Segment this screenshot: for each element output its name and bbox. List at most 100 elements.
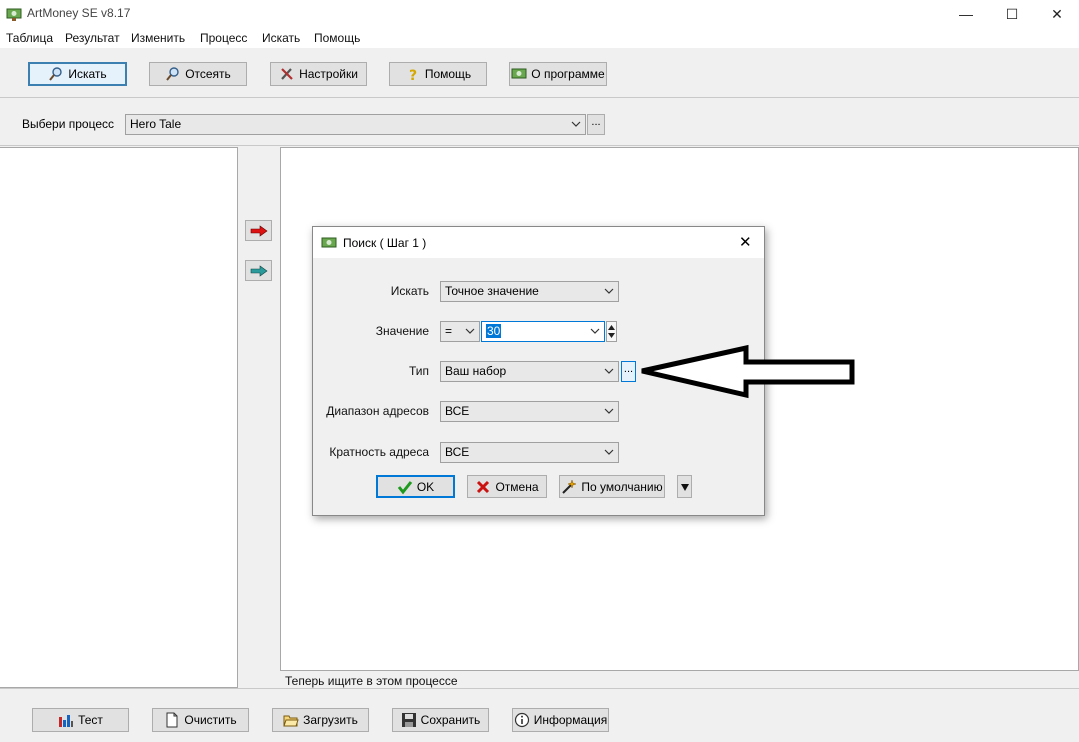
spin-arrows-icon <box>608 325 615 338</box>
info-button[interactable]: Информация <box>512 708 609 732</box>
magnifier-filter-icon <box>166 67 179 81</box>
svg-text:?: ? <box>409 68 417 82</box>
process-select[interactable]: Hero Tale <box>125 114 586 135</box>
address-alignment-value: ВСЕ <box>445 445 470 459</box>
chevron-down-icon <box>604 368 614 374</box>
info-button-label: Информация <box>533 713 608 727</box>
magic-wand-icon <box>562 478 578 494</box>
annotation-arrow-icon <box>641 344 855 399</box>
value-input[interactable]: 30 <box>481 321 605 342</box>
address-range-select[interactable]: ВСЕ <box>440 401 619 422</box>
title-bar: ArtMoney SE v8.17 — ☐ ✕ <box>0 0 1079 28</box>
checkmark-icon <box>397 480 412 494</box>
help-button-label: Помощь <box>424 67 472 81</box>
close-button[interactable]: ✕ <box>1034 0 1079 28</box>
open-folder-icon <box>283 715 299 727</box>
settings-button-label: Настройки <box>299 67 358 81</box>
floppy-disk-icon <box>401 713 416 727</box>
search-mode-label: Искать <box>390 284 429 298</box>
tools-icon <box>281 68 293 80</box>
clear-button[interactable]: Очистить <box>152 708 249 732</box>
operator-select[interactable]: = <box>440 321 480 342</box>
type-label: Тип <box>408 364 429 378</box>
settings-button[interactable]: Настройки <box>270 62 367 86</box>
red-arrow-right-icon <box>250 224 268 237</box>
process-row: Выбери процесс Hero Tale ... <box>0 99 1079 146</box>
magnifier-icon <box>49 67 63 81</box>
default-button[interactable]: По умолчанию <box>559 475 665 498</box>
test-button[interactable]: Тест <box>32 708 129 732</box>
blank-page-icon <box>166 712 178 728</box>
chevron-down-icon <box>465 328 475 334</box>
address-alignment-label: Кратность адреса <box>329 445 429 459</box>
cancel-button[interactable]: Отмена <box>467 475 547 498</box>
app-money-icon <box>511 68 527 79</box>
menu-edit[interactable]: Изменить <box>131 31 185 45</box>
address-range-label: Диапазон адресов <box>326 404 429 418</box>
chevron-down-icon <box>604 449 614 455</box>
cancel-button-label: Отмена <box>495 479 539 494</box>
menu-bar: Таблица Результат Изменить Процесс Искат… <box>0 28 1079 48</box>
red-x-icon <box>477 480 490 493</box>
chevron-down-icon <box>604 408 614 414</box>
move-right-button[interactable] <box>245 220 272 241</box>
question-icon: ? <box>409 68 417 82</box>
load-button-label: Загрузить <box>303 713 358 727</box>
menu-search[interactable]: Искать <box>262 31 300 45</box>
clear-button-label: Очистить <box>184 713 237 727</box>
filter-button[interactable]: Отсеять <box>149 62 247 86</box>
about-button-label: О программе <box>531 67 605 81</box>
type-select[interactable]: Ваш набор <box>440 361 619 382</box>
transfer-column <box>238 147 280 688</box>
value-label: Значение <box>375 324 429 338</box>
search-results-list[interactable] <box>0 147 238 688</box>
save-button[interactable]: Сохранить <box>392 708 489 732</box>
dialog-title: Поиск ( Шаг 1 ) <box>343 236 427 250</box>
menu-help[interactable]: Помощь <box>314 31 360 45</box>
toolbar: Искать Отсеять Настройки ? Помощь О прог… <box>0 48 1079 98</box>
ok-button-label: OK <box>416 479 435 494</box>
menu-process[interactable]: Процесс <box>200 31 247 45</box>
value-input-text: 30 <box>486 324 502 338</box>
search-mode-value: Точное значение <box>445 284 539 298</box>
search-button[interactable]: Искать <box>28 62 127 86</box>
menu-result[interactable]: Результат <box>65 31 120 45</box>
about-button[interactable]: О программе <box>509 62 607 86</box>
bar-chart-icon <box>59 715 74 727</box>
help-button[interactable]: ? Помощь <box>389 62 487 86</box>
search-button-label: Искать <box>68 67 107 81</box>
test-button-label: Тест <box>78 713 103 727</box>
status-text: Теперь ищите в этом процессе <box>285 674 458 688</box>
app-money-icon <box>321 237 337 248</box>
filter-button-label: Отсеять <box>185 67 231 81</box>
chevron-down-icon <box>590 328 600 334</box>
process-label: Выбери процесс <box>22 117 115 131</box>
app-money-icon <box>6 8 22 21</box>
dialog-close-button[interactable]: ✕ <box>739 233 752 251</box>
maximize-button[interactable]: ☐ <box>989 0 1035 28</box>
more-options-button[interactable] <box>677 475 692 498</box>
type-value: Ваш набор <box>445 364 507 378</box>
address-alignment-select[interactable]: ВСЕ <box>440 442 619 463</box>
menu-table[interactable]: Таблица <box>6 31 53 45</box>
chevron-down-icon <box>571 121 581 127</box>
move-table-button[interactable] <box>245 260 272 281</box>
operator-value: = <box>445 324 453 338</box>
value-spinner[interactable] <box>606 321 617 342</box>
bottom-bar: Тест Очистить Загрузить Сохранить Информ… <box>0 688 1079 742</box>
address-range-value: ВСЕ <box>445 404 470 418</box>
info-icon <box>514 712 529 728</box>
teal-arrow-right-icon <box>250 264 268 277</box>
search-mode-select[interactable]: Точное значение <box>440 281 619 302</box>
dialog-title-bar: Поиск ( Шаг 1 ) ✕ <box>313 227 764 258</box>
process-select-value: Hero Tale <box>130 117 182 131</box>
load-button[interactable]: Загрузить <box>272 708 369 732</box>
minimize-button[interactable]: — <box>943 0 989 28</box>
window-title: ArtMoney SE v8.17 <box>27 6 131 20</box>
default-button-label: По умолчанию <box>581 479 663 494</box>
save-button-label: Сохранить <box>420 713 481 727</box>
process-browse-button[interactable]: ... <box>587 114 605 135</box>
ok-button[interactable]: OK <box>376 475 455 498</box>
chevron-down-icon <box>604 288 614 294</box>
triangle-down-icon <box>680 483 689 491</box>
